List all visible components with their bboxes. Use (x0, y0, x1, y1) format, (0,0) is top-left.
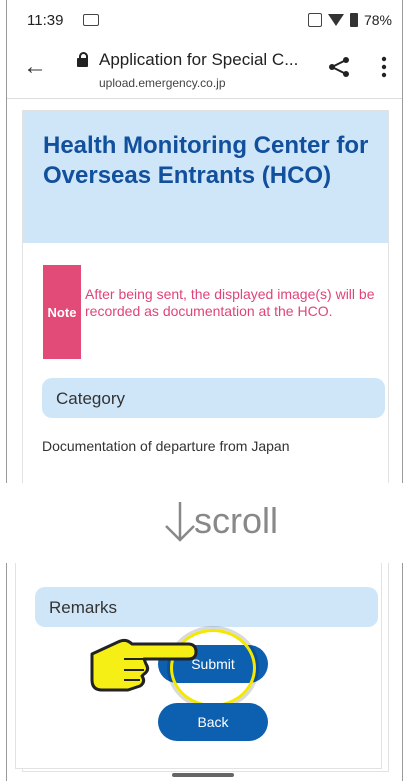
share-icon[interactable] (327, 56, 351, 78)
browser-app-bar: ← Application for Special C... upload.em… (7, 36, 402, 99)
battery-percent: 78% (363, 12, 392, 28)
wifi-icon (327, 14, 344, 26)
battery-icon (349, 13, 358, 27)
back-button[interactable]: Back (158, 703, 268, 741)
category-label: Category (56, 389, 125, 408)
note-badge: Note (43, 265, 81, 359)
remarks-label: Remarks (49, 598, 118, 617)
category-section-header: Category (42, 378, 385, 418)
form-card-bottom: Remarks Submit Back (15, 563, 382, 769)
note-text: After being sent, the displayed image(s)… (85, 286, 375, 319)
remarks-section-header: Remarks (35, 587, 378, 627)
scroll-hint-text: scroll (194, 500, 279, 541)
page-title[interactable]: Application for Special C... (99, 50, 298, 70)
page-url[interactable]: upload.emergency.co.jp (99, 76, 226, 90)
category-value: Documentation of departure from Japan (42, 438, 290, 454)
back-arrow-icon[interactable]: ← (23, 55, 47, 79)
gesture-nav-bar[interactable] (172, 773, 234, 777)
header-title: Health Monitoring Center for Overseas En… (43, 132, 369, 189)
header-panel: Health Monitoring Center for Overseas En… (23, 111, 388, 243)
status-indicators: 78% (307, 12, 392, 28)
status-time: 11:39 (27, 12, 64, 29)
lock-icon (77, 52, 88, 67)
status-bar: 11:39 78% (7, 0, 402, 36)
pointing-hand-icon (90, 638, 198, 692)
cast-icon (83, 14, 99, 26)
note-badge-label: Note (47, 305, 77, 320)
more-options-icon[interactable] (381, 56, 387, 78)
vibrate-icon (307, 13, 322, 27)
